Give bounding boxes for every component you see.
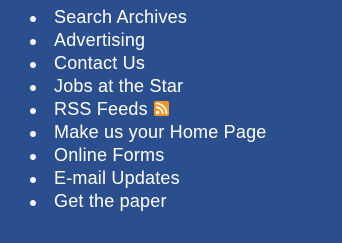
rss-icon[interactable] [153, 101, 169, 116]
get-the-paper-link[interactable]: Get the paper [54, 191, 167, 211]
list-item-get-the-paper: Get the paper [0, 190, 267, 213]
list-item-search-archives: Search Archives [0, 6, 267, 29]
links-panel: Search Archives Advertising Contact Us J… [0, 0, 342, 243]
make-home-page-link[interactable]: Make us your Home Page [54, 122, 267, 142]
bullet [30, 85, 36, 91]
bullet [30, 177, 36, 183]
bullet [30, 200, 36, 206]
list-item-advertising: Advertising [0, 29, 267, 52]
cut-off-item-above [54, 0, 174, 2]
bullet [30, 131, 36, 137]
contact-us-link[interactable]: Contact Us [54, 53, 145, 73]
bullet [30, 108, 36, 114]
jobs-at-the-star-link[interactable]: Jobs at the Star [54, 76, 183, 96]
list-item-make-home-page: Make us your Home Page [0, 121, 267, 144]
link-list: Search Archives Advertising Contact Us J… [0, 6, 267, 213]
bullet [30, 16, 36, 22]
list-item-online-forms: Online Forms [0, 144, 267, 167]
bullet [30, 154, 36, 160]
advertising-link[interactable]: Advertising [54, 30, 145, 50]
bullet [30, 62, 36, 68]
rss-feeds-link[interactable]: RSS Feeds [54, 99, 148, 119]
list-item-contact-us: Contact Us [0, 52, 267, 75]
list-item-jobs-at-the-star: Jobs at the Star [0, 75, 267, 98]
search-archives-link[interactable]: Search Archives [54, 7, 187, 27]
email-updates-link[interactable]: E-mail Updates [54, 168, 180, 188]
list-item-email-updates: E-mail Updates [0, 167, 267, 190]
online-forms-link[interactable]: Online Forms [54, 145, 164, 165]
list-item-rss-feeds: RSS Feeds [0, 98, 267, 121]
bullet [30, 39, 36, 45]
